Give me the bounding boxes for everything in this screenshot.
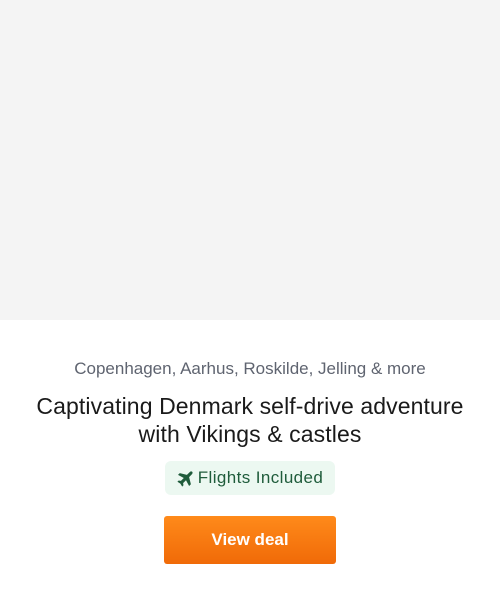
badge-label: Flights Included bbox=[197, 468, 324, 487]
plane-icon bbox=[177, 470, 193, 487]
deal-image[interactable] bbox=[0, 0, 500, 320]
deal-card[interactable]: Copenhagen, Aarhus, Roskilde, Jelling & … bbox=[0, 0, 500, 599]
deal-locations: Copenhagen, Aarhus, Roskilde, Jelling & … bbox=[74, 359, 426, 378]
view-deal-button[interactable]: View deal bbox=[164, 516, 336, 564]
deal-content: Copenhagen, Aarhus, Roskilde, Jelling & … bbox=[0, 320, 500, 599]
flights-included-badge: Flights Included bbox=[165, 461, 335, 495]
deal-title[interactable]: Captivating Denmark self-drive adventure… bbox=[20, 392, 480, 448]
